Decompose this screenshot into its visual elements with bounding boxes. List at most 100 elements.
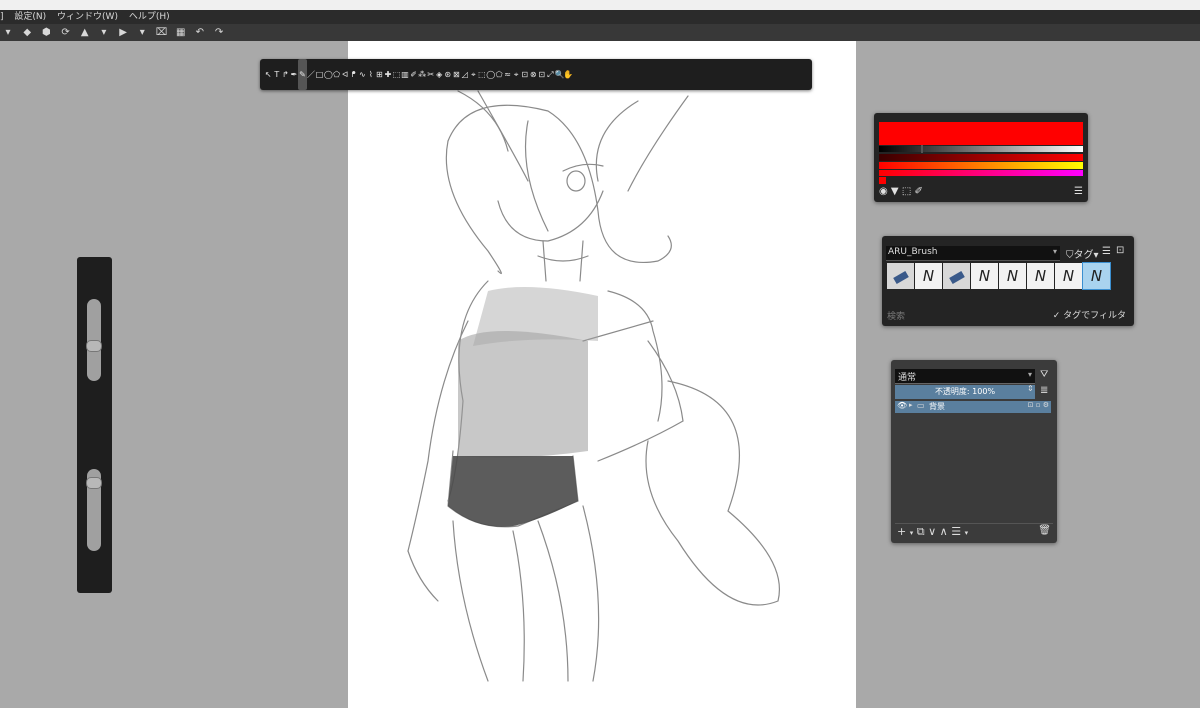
tool-button-15[interactable]: ⬚	[392, 59, 401, 90]
mirror-vertical-dropdown-icon[interactable]: ▾	[134, 24, 150, 41]
layer-sample-icon[interactable]: ⬚	[902, 186, 911, 197]
tool-button-5[interactable]: ／	[307, 59, 316, 90]
delete-layer-icon[interactable]: 🗑	[1038, 525, 1051, 536]
tool-button-6[interactable]: □	[315, 59, 324, 90]
value-gradient-bar[interactable]	[879, 146, 1083, 152]
properties-icon[interactable]: ☰	[951, 525, 961, 538]
slider-handle-size[interactable]	[86, 339, 102, 352]
color-wheel-icon[interactable]: ◉	[879, 186, 888, 197]
eyedropper-icon[interactable]: ✐	[914, 186, 922, 197]
preset-selector[interactable]: ARU_Brush ▾	[886, 246, 1060, 261]
tool-button-34[interactable]: 🔍	[555, 59, 565, 90]
tool-button-35[interactable]: ✋	[563, 59, 573, 90]
redo-icon[interactable]: ↷	[211, 24, 227, 41]
brush-preset-tile[interactable]: N	[1027, 263, 1054, 289]
brush-preset-tile[interactable]: N	[999, 263, 1026, 289]
add-layer-icon[interactable]: +	[897, 525, 906, 538]
slider-handle-opacity[interactable]	[86, 477, 102, 490]
wrap-around-icon[interactable]: ▦	[173, 24, 189, 41]
dropdown-icon[interactable]: ▾	[0, 24, 16, 41]
tool-button-1[interactable]: T	[273, 59, 282, 90]
tool-button-31[interactable]: ⊗	[529, 59, 538, 90]
layer-flags-icons[interactable]: ⊡ ▫ ⚙	[1028, 401, 1049, 409]
tool-button-17[interactable]: ✐	[409, 59, 418, 90]
opacity-slider[interactable]: 不透明度: 100%	[895, 385, 1035, 399]
opacity-stepper[interactable]: ⇕	[1027, 384, 1034, 393]
tool-button-27[interactable]: ⬠	[495, 59, 504, 90]
tool-button-23[interactable]: ◿	[461, 59, 470, 90]
add-layer-dropdown-icon[interactable]: ▾	[910, 529, 914, 537]
tool-button-0[interactable]: ↖	[264, 59, 273, 90]
layer-menu-icon[interactable]: ≣	[1040, 385, 1048, 396]
hue-magenta-gradient-bar[interactable]	[879, 170, 1083, 176]
crop-icon[interactable]: ⌧	[154, 24, 170, 41]
tool-button-18[interactable]: ⁂	[418, 59, 427, 90]
tool-button-24[interactable]: ⌖	[469, 59, 478, 90]
menu-item-settings[interactable]: 設定(N)	[14, 10, 46, 24]
brush-preset-tile[interactable]: N	[1055, 263, 1082, 289]
layer-row[interactable]: 👁 ▸ ▭ 背景 ⊡ ▫ ⚙	[895, 401, 1051, 413]
tool-button-8[interactable]: ⬠	[332, 59, 341, 90]
tool-button-12[interactable]: ⌇	[367, 59, 376, 90]
tag-selector[interactable]: ⛉タグ▾	[1066, 246, 1099, 261]
preset-name: ARU_Brush	[888, 247, 938, 257]
tool-button-14[interactable]: ✚	[384, 59, 393, 90]
eraser-icon[interactable]: ◆	[19, 24, 35, 41]
tool-button-29[interactable]: ⌖	[512, 59, 521, 90]
brush-preset-tile[interactable]: N	[971, 263, 998, 289]
dropdown-arrow-icon[interactable]: ▼	[891, 186, 899, 197]
filter-by-tag-checkbox[interactable]: ✓ タグでフィルタ	[1053, 308, 1126, 321]
search-label[interactable]: 検索	[887, 309, 905, 322]
tool-button-20[interactable]: ◈	[435, 59, 444, 90]
tool-button-4[interactable]: ✎	[298, 59, 307, 90]
menu-item-help[interactable]: ヘルプ(H)	[129, 10, 170, 24]
tool-button-25[interactable]: ⬚	[478, 59, 487, 90]
tool-button-10[interactable]: ᖰ	[349, 59, 358, 90]
import-icon[interactable]: ⊡	[1116, 245, 1124, 256]
tool-button-21[interactable]: ⊛	[443, 59, 452, 90]
tool-button-13[interactable]: ⊞	[375, 59, 384, 90]
move-up-icon[interactable]: ∧	[940, 525, 948, 538]
mirror-vertical-icon[interactable]: ▶	[115, 24, 131, 41]
brush-preset-tile[interactable]: N	[1082, 262, 1111, 290]
tool-button-28[interactable]: ≈	[503, 59, 512, 90]
properties-dropdown-icon[interactable]: ▾	[965, 529, 969, 537]
mirror-horizontal-icon[interactable]: ▲	[77, 24, 93, 41]
tool-button-30[interactable]: ⊡	[520, 59, 529, 90]
red-gradient-bar[interactable]	[879, 154, 1083, 161]
blend-mode-select[interactable]: 通常 ▾	[895, 369, 1035, 384]
menu-item-window[interactable]: ウィンドウ(W)	[57, 10, 118, 24]
current-color-swatch[interactable]	[879, 122, 1083, 145]
tool-button-19[interactable]: ✂	[426, 59, 435, 90]
tool-button-32[interactable]: ⊡	[538, 59, 547, 90]
mirror-dropdown-icon[interactable]: ▾	[96, 24, 112, 41]
brush-preset-tile[interactable]	[943, 263, 970, 289]
reload-preset-icon[interactable]: ⟳	[58, 24, 74, 41]
tool-button-11[interactable]: ∿	[358, 59, 367, 90]
brush-preset-tile[interactable]: N	[915, 263, 942, 289]
move-down-icon[interactable]: ∨	[928, 525, 936, 538]
character-sketch	[407, 90, 780, 682]
drawing-canvas[interactable]	[348, 41, 856, 708]
undo-icon[interactable]: ↶	[192, 24, 208, 41]
menu-icon[interactable]: ☰	[1074, 186, 1083, 197]
tool-button-26[interactable]: ◯	[486, 59, 495, 90]
list-view-icon[interactable]: ☰	[1102, 246, 1111, 257]
filter-label: タグでフィルタ	[1063, 311, 1126, 321]
tool-button-33[interactable]: ⤢	[546, 59, 555, 90]
duplicate-layer-icon[interactable]: ⧉	[917, 525, 925, 538]
tool-button-9[interactable]: ᐊ	[341, 59, 350, 90]
visibility-eye-icon[interactable]: 👁	[897, 401, 907, 410]
tool-button-7[interactable]: ◯	[324, 59, 333, 90]
tool-button-22[interactable]: ⊠	[452, 59, 461, 90]
secondary-color-swatch[interactable]	[879, 177, 886, 184]
preserve-alpha-icon[interactable]: ⬢	[38, 24, 54, 41]
tool-button-2[interactable]: ↱	[281, 59, 290, 90]
brush-preset-tile[interactable]	[887, 263, 914, 289]
expand-arrow-icon[interactable]: ▸	[909, 401, 913, 409]
tool-button-3[interactable]: ✒	[290, 59, 299, 90]
tool-button-16[interactable]: ▥	[401, 59, 410, 90]
filter-icon[interactable]: ⛛	[1040, 369, 1048, 380]
menu-item-file[interactable]: ]	[0, 10, 4, 24]
hue-yellow-gradient-bar[interactable]	[879, 162, 1083, 169]
